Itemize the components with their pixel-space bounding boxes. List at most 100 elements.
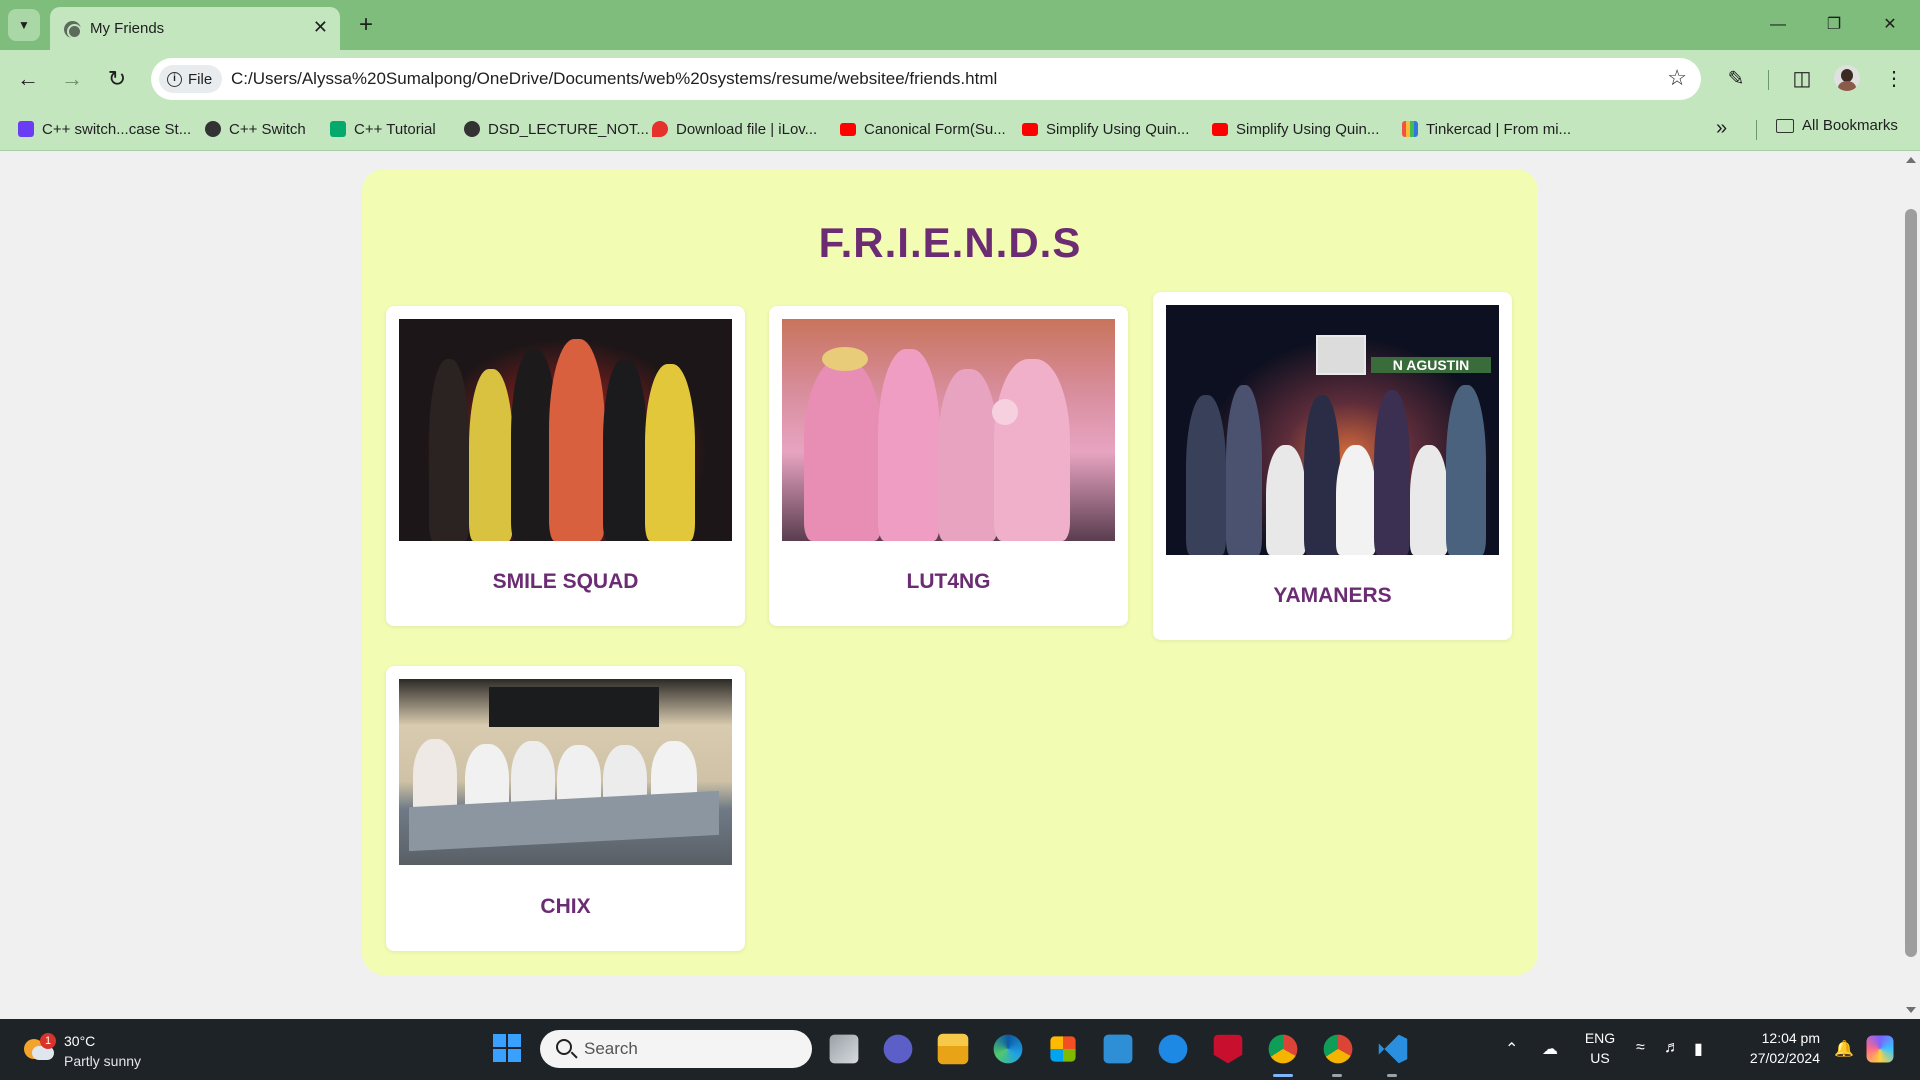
page-scrollbar[interactable]	[1902, 151, 1920, 1019]
card-label: LUT4NG	[906, 570, 991, 593]
bookmark-label: DSD_LECTURE_NOT...	[488, 120, 649, 138]
bookmark-star-icon[interactable]: ☆	[1667, 65, 1687, 91]
bookmark-item[interactable]: Tinkercad | From mi...	[1402, 117, 1571, 141]
tab-title: My Friends	[90, 20, 165, 37]
myhp-icon[interactable]	[1103, 1034, 1133, 1064]
volume-icon[interactable]: ♬	[1664, 1039, 1680, 1057]
group-photo-chix	[399, 679, 732, 865]
bookmark-item[interactable]: Simplify Using Quin...	[1212, 117, 1379, 141]
bookmark-item[interactable]: C++ Switch	[205, 117, 306, 141]
region-indicator[interactable]: US	[1582, 1050, 1618, 1066]
task-view-icon[interactable]	[829, 1034, 859, 1064]
active-app-indicator	[1273, 1074, 1293, 1077]
bookmark-label: Simplify Using Quin...	[1046, 120, 1190, 138]
search-icon	[556, 1039, 572, 1055]
clock-time[interactable]: 12:04 pm	[1730, 1030, 1820, 1046]
bookmark-label: C++ Switch	[229, 120, 306, 138]
side-panel-icon[interactable]: ◫	[1786, 63, 1818, 95]
chrome-profile-2-icon[interactable]	[1323, 1034, 1353, 1064]
bookmark-item[interactable]: Canonical Form(Su...	[840, 117, 1006, 141]
weather-temperature[interactable]: 30°C	[64, 1033, 95, 1049]
copilot-icon[interactable]	[1866, 1035, 1894, 1063]
page-viewport: F.R.I.E.N.D.S SMILE SQUAD LUT4NG N AGUST…	[0, 151, 1902, 1019]
info-icon: i	[167, 71, 182, 87]
scroll-up-icon[interactable]	[1906, 157, 1916, 163]
friend-card-smile-squad[interactable]: SMILE SQUAD	[386, 306, 745, 626]
globe-icon	[464, 121, 480, 137]
language-indicator[interactable]: ENG	[1582, 1030, 1618, 1046]
card-label: SMILE SQUAD	[492, 570, 639, 593]
all-bookmarks-label: All Bookmarks	[1802, 117, 1898, 134]
tinkercad-icon	[1402, 121, 1418, 137]
vscode-icon[interactable]	[1378, 1034, 1408, 1064]
battery-icon[interactable]: ▮	[1694, 1039, 1703, 1059]
bookmark-label: C++ switch...case St...	[42, 120, 192, 138]
programiz-icon	[18, 121, 34, 137]
extensions-puzzle-icon[interactable]: ✎	[1720, 63, 1752, 95]
notification-bell-icon[interactable]: 🔔	[1834, 1039, 1854, 1059]
youtube-icon	[1212, 122, 1228, 136]
active-tab[interactable]: My Friends ✕	[50, 7, 340, 50]
scroll-thumb[interactable]	[1905, 209, 1917, 957]
bookmarks-bar: C++ switch...case St... C++ Switch C++ T…	[0, 108, 1920, 151]
back-arrow-icon[interactable]: ←	[12, 63, 44, 95]
profile-avatar[interactable]	[1834, 65, 1860, 91]
window-close-button[interactable]: ✕	[1870, 12, 1910, 38]
friend-card-yamaners[interactable]: N AGUSTIN YAMANERS	[1153, 292, 1512, 640]
friend-card-chix[interactable]: CHIX	[386, 666, 745, 951]
help-icon[interactable]	[1158, 1034, 1188, 1064]
running-app-indicator	[1387, 1074, 1397, 1077]
taskbar-search-input[interactable]: Search	[540, 1030, 812, 1068]
more-menu-icon[interactable]: ⋮	[1878, 63, 1910, 95]
onedrive-icon[interactable]: ☁	[1542, 1039, 1558, 1059]
teams-chat-icon[interactable]	[883, 1034, 913, 1064]
minimize-button[interactable]: —	[1758, 12, 1798, 38]
group-photo-lut4ng	[782, 319, 1115, 541]
more-bookmarks-icon[interactable]: »	[1716, 117, 1727, 140]
reload-icon[interactable]: ↻	[101, 63, 133, 95]
chevron-up-icon[interactable]: ⌃	[1505, 1039, 1518, 1059]
site-info-chip[interactable]: i File	[159, 65, 223, 93]
new-tab-button[interactable]: +	[352, 11, 380, 39]
folder-icon	[1776, 118, 1794, 133]
mcafee-icon[interactable]	[1213, 1034, 1243, 1064]
search-placeholder: Search	[584, 1039, 638, 1058]
youtube-icon	[840, 122, 856, 136]
tab-strip: ▼ My Friends ✕ + — ❐ ✕	[0, 0, 1920, 50]
microsoft-store-icon[interactable]	[1050, 1036, 1076, 1062]
url-text[interactable]: C:/Users/Alyssa%20Sumalpong/OneDrive/Doc…	[231, 69, 997, 89]
restore-button[interactable]: ❐	[1814, 12, 1854, 38]
chevron-down-icon: ▼	[18, 18, 30, 32]
forward-arrow-icon[interactable]: →	[56, 63, 88, 95]
friend-card-lut4ng[interactable]: LUT4NG	[769, 306, 1128, 626]
address-bar[interactable]: i File C:/Users/Alyssa%20Sumalpong/OneDr…	[151, 58, 1701, 100]
bookmark-item[interactable]: C++ Tutorial	[330, 117, 436, 141]
toolbar-divider	[1768, 70, 1769, 90]
tab-search-button[interactable]: ▼	[8, 9, 40, 41]
bookmark-item[interactable]: C++ switch...case St...	[18, 117, 191, 141]
weather-badge: 1	[40, 1033, 56, 1049]
windows-taskbar: 1 30°C Partly sunny Search ⌃ ☁ ENG US ≈ …	[0, 1019, 1920, 1080]
bookmark-item[interactable]: Simplify Using Quin...	[1022, 117, 1189, 141]
weather-condition[interactable]: Partly sunny	[64, 1053, 141, 1069]
file-explorer-icon[interactable]	[937, 1033, 969, 1065]
close-tab-icon[interactable]: ✕	[313, 17, 328, 37]
youtube-icon	[1022, 122, 1038, 136]
card-label: YAMANERS	[1273, 584, 1392, 607]
card-label: CHIX	[540, 895, 591, 918]
wifi-icon[interactable]: ≈	[1636, 1039, 1645, 1057]
w3schools-icon	[330, 121, 346, 137]
bookmark-item[interactable]: Download file | iLov...	[652, 117, 817, 141]
chrome-profile-1-icon[interactable]	[1268, 1034, 1298, 1064]
bookmark-label: Canonical Form(Su...	[864, 120, 1006, 138]
windows-start-icon[interactable]	[490, 1031, 526, 1067]
scroll-down-icon[interactable]	[1906, 1007, 1916, 1013]
bookmark-label: C++ Tutorial	[354, 120, 436, 138]
clock-date[interactable]: 27/02/2024	[1730, 1050, 1820, 1066]
edge-browser-icon[interactable]	[993, 1034, 1023, 1064]
bookmarks-divider	[1756, 120, 1757, 140]
bookmark-item[interactable]: DSD_LECTURE_NOT...	[464, 117, 649, 141]
all-bookmarks-button[interactable]: All Bookmarks	[1776, 117, 1898, 134]
bookmark-label: Simplify Using Quin...	[1236, 120, 1380, 138]
weather-widget-icon[interactable]: 1	[24, 1033, 56, 1061]
